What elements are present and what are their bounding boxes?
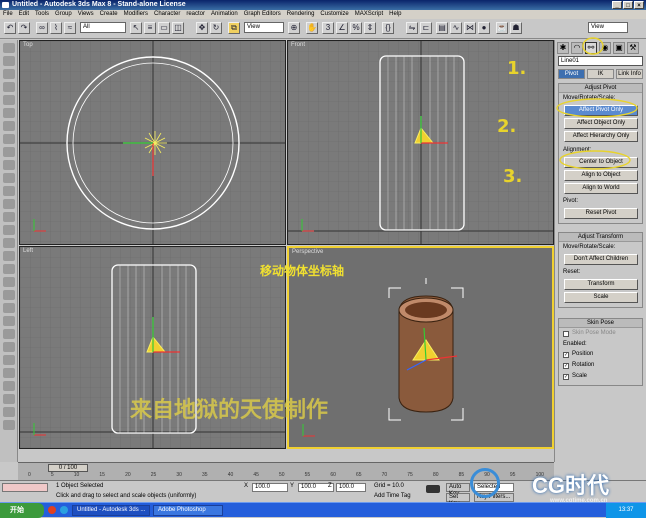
system-clock: 13:37 — [606, 503, 646, 518]
y-label: Y — [290, 483, 295, 489]
x-label: X — [244, 483, 249, 489]
maxscript-listener[interactable] — [2, 483, 48, 492]
task-3dsmax[interactable]: Untitled - Autodesk 3ds ... — [72, 505, 150, 516]
z-label: Z — [328, 483, 332, 489]
task-photoshop[interactable]: Adobe Photoshop — [153, 505, 223, 516]
annotation-credit: 来自地狱的天使制作 — [130, 398, 329, 423]
grid-size: Grid = 10.0 — [372, 483, 418, 492]
quicklaunch-ie-icon[interactable] — [60, 506, 68, 514]
windows-taskbar: 开始 Untitled - Autodesk 3ds ... Adobe Pho… — [0, 502, 646, 518]
quicklaunch-icon[interactable] — [48, 506, 56, 514]
annotation-move-pivot: 移动物体坐标轴 — [260, 264, 345, 278]
prompt-line: Click and drag to select and scale objec… — [54, 493, 254, 502]
logo-text: CG时代 — [532, 473, 610, 498]
start-button[interactable]: 开始 — [0, 503, 44, 518]
logo-circle-icon — [470, 468, 500, 498]
add-time-tag[interactable]: Add Time Tag — [372, 493, 418, 502]
time-slider[interactable]: 0 / 100 — [48, 464, 88, 472]
auto-key-button[interactable]: Auto Key — [446, 483, 470, 497]
set-key-button[interactable]: Set Key — [446, 493, 470, 507]
z-coordinate-field[interactable]: 100.0 — [336, 483, 366, 492]
x-coordinate-field[interactable]: 100.0 — [252, 483, 288, 492]
selection-status: 1 Object Selected — [54, 483, 224, 492]
key-icon[interactable] — [426, 485, 440, 493]
annotation-marks — [556, 37, 638, 170]
